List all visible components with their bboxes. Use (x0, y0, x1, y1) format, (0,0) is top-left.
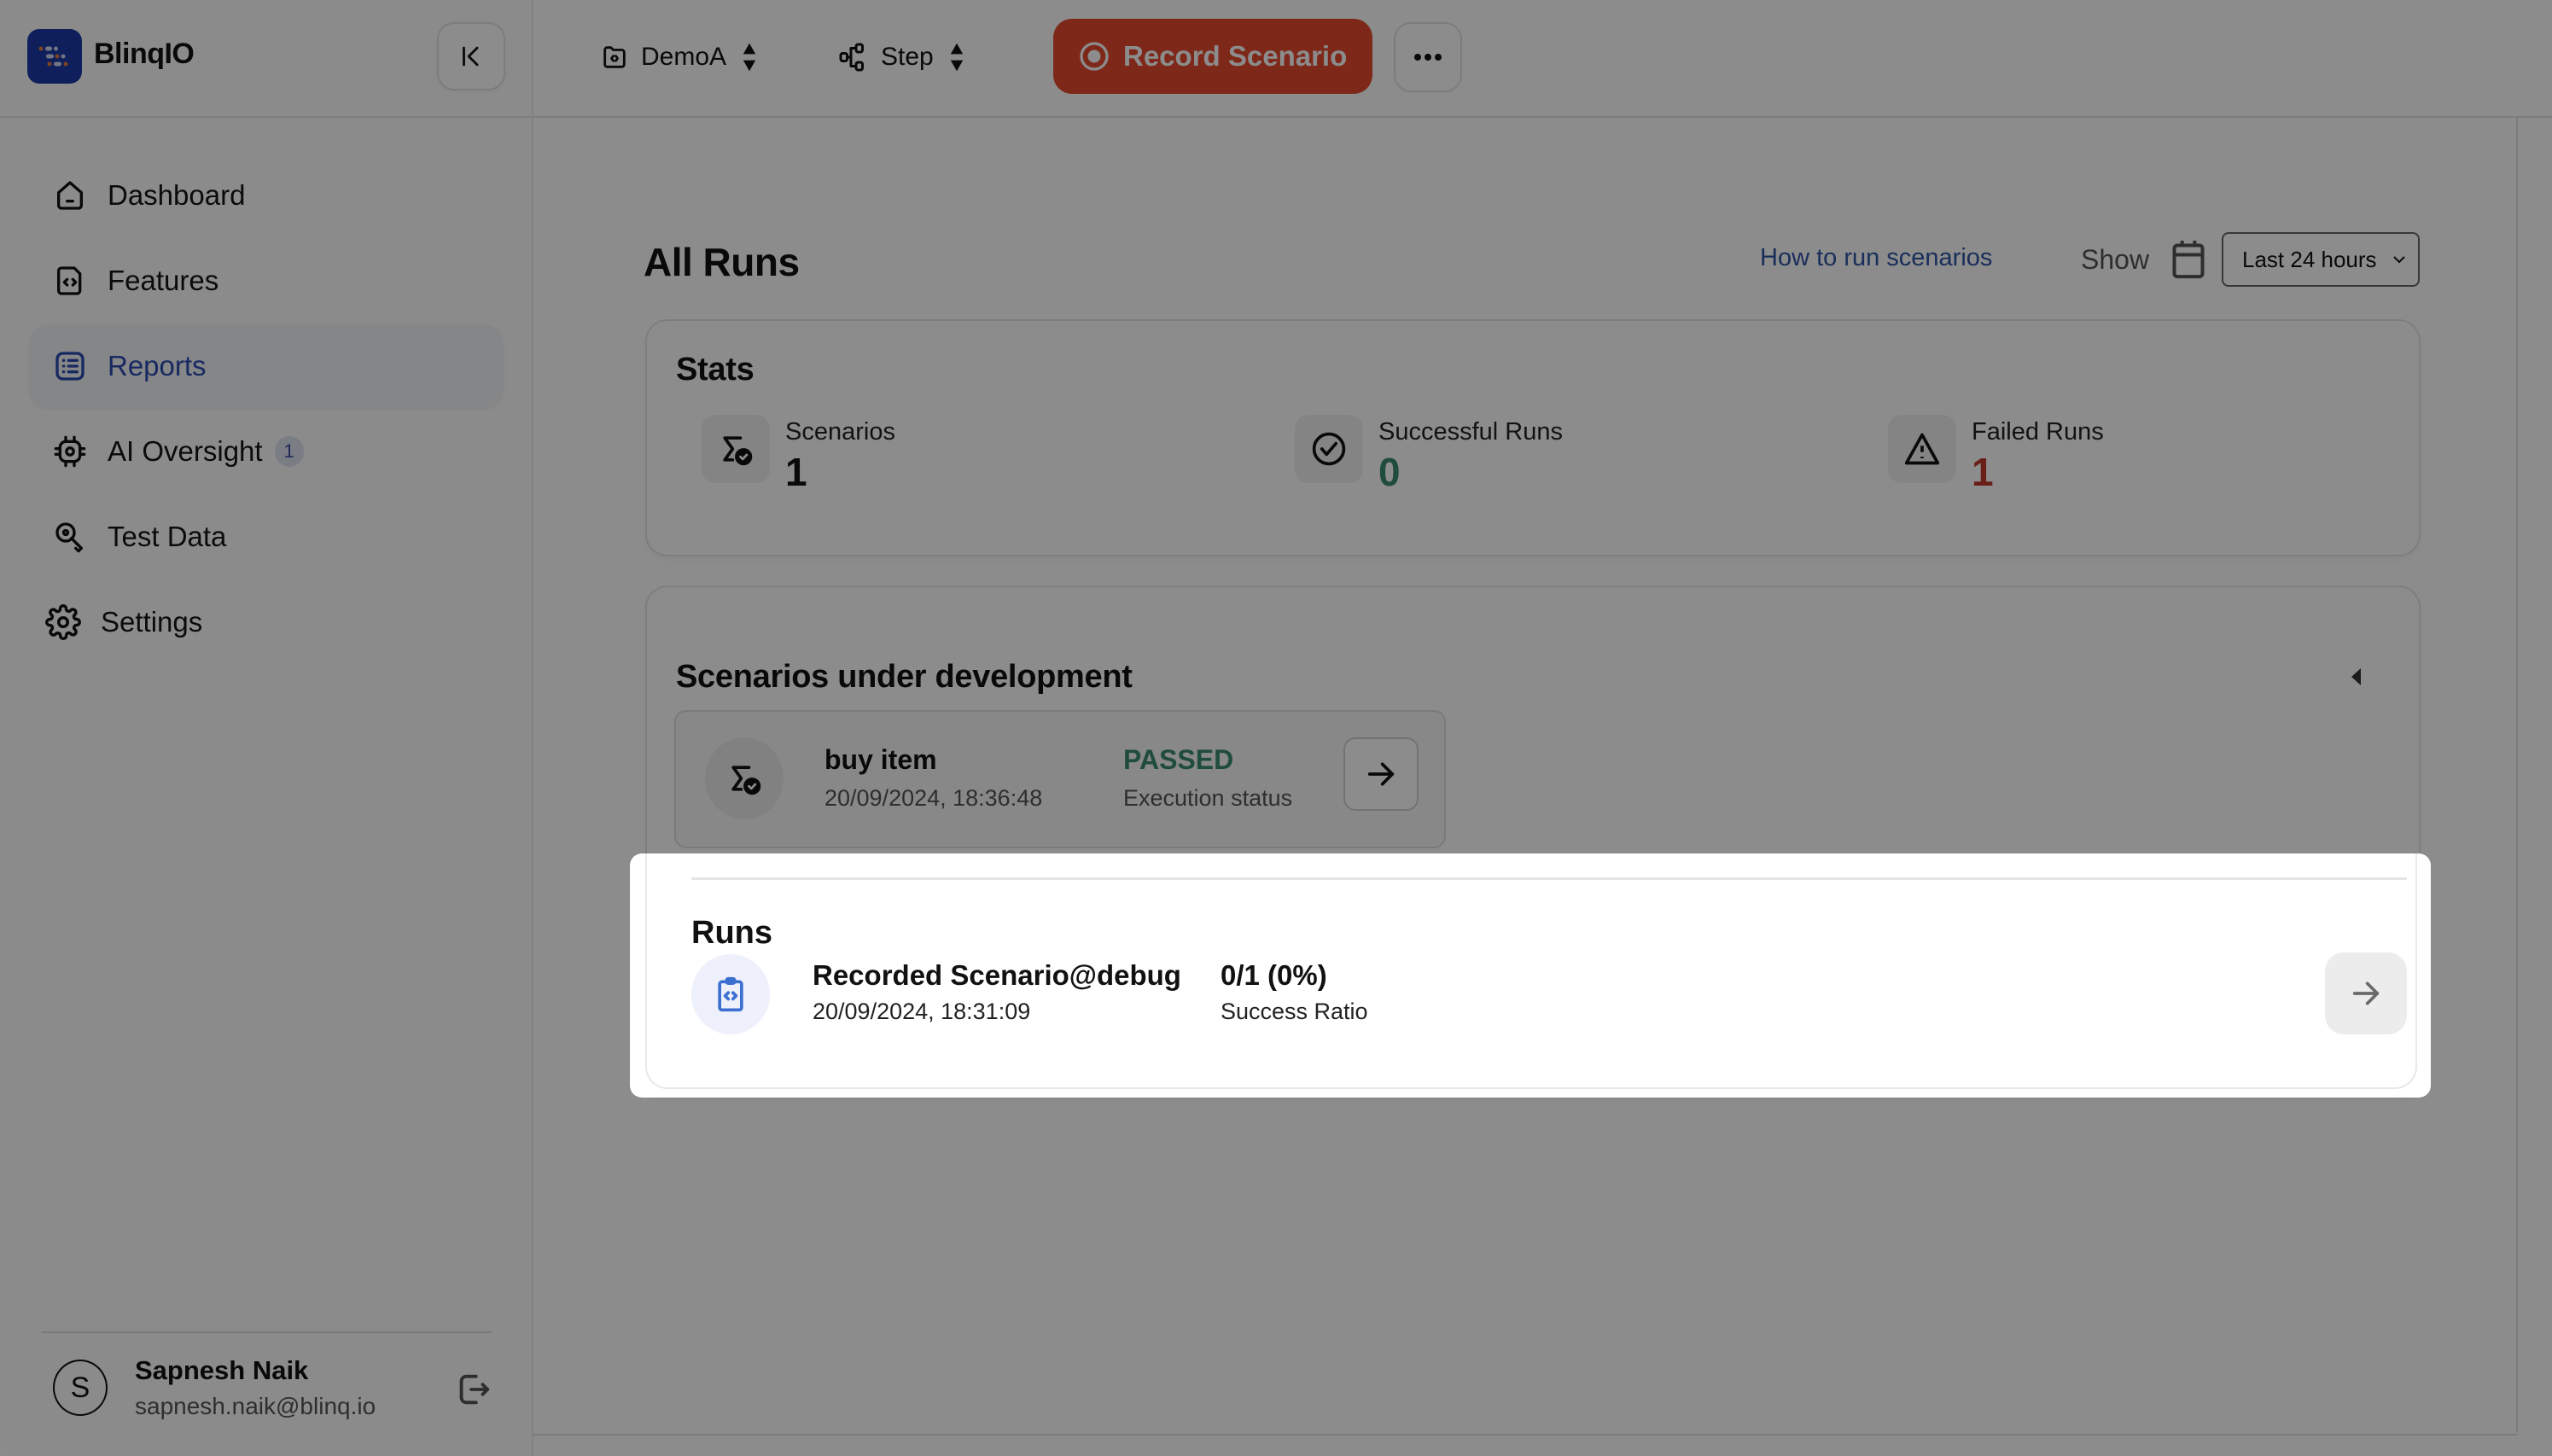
runs-section-highlight: Runs Recorded Scenario@debug 20/09/2024,… (630, 853, 2431, 1098)
file-code-icon (51, 262, 89, 300)
scenario-list-item[interactable]: buy item 20/09/2024, 18:36:48 PASSED Exe… (674, 710, 1446, 848)
chevron-down-icon (2393, 256, 2405, 264)
logout-button[interactable] (452, 1369, 493, 1410)
clipboard-code-icon (691, 954, 770, 1034)
logout-icon (459, 1374, 490, 1405)
sidebar: BlinqIO Dashboard Features Reports AI Ov… (0, 0, 533, 1456)
time-range-value: Last 24 hours (2242, 246, 2377, 272)
topbar: DemoA Step Record Scenario (533, 0, 2552, 118)
stats-title: Stats (676, 352, 755, 387)
sidebar-nav: Dashboard Features Reports AI Oversight (29, 154, 504, 666)
scenarios-under-development-title: Scenarios under development (676, 659, 1133, 695)
sidebar-item-label: Settings (101, 606, 203, 638)
runs-title: Runs (691, 915, 772, 951)
show-label: Show (2081, 244, 2150, 275)
stat-value: 1 (1972, 450, 1994, 494)
check-circle-icon (1295, 415, 1363, 483)
scenario-timestamp: 20/09/2024, 18:36:48 (824, 785, 1043, 811)
run-name[interactable]: Recorded Scenario@debug (813, 959, 1181, 992)
content-right-border (2516, 118, 2518, 1432)
sidebar-item-test-data[interactable]: Test Data (29, 495, 504, 579)
more-options-button[interactable] (1394, 22, 1462, 92)
content-bottom-border (533, 1434, 2518, 1436)
folder-code-icon (603, 46, 626, 68)
arrow-right-icon (1367, 762, 1395, 786)
user-email: sapnesh.naik@blinq.io (135, 1393, 376, 1419)
sidebar-header: BlinqIO (0, 0, 532, 118)
status-label: Execution status (1123, 785, 1293, 811)
mode-selector[interactable]: Step (838, 36, 964, 79)
workflow-icon (839, 43, 864, 72)
sigma-check-icon (702, 415, 770, 483)
app-root: BlinqIO Dashboard Features Reports AI Ov… (0, 0, 2552, 1456)
blinqio-logo-icon (27, 29, 82, 84)
stat-value: 0 (1378, 450, 1401, 494)
sidebar-item-label: AI Oversight (108, 435, 263, 467)
record-scenario-button[interactable]: Record Scenario (1053, 19, 1372, 94)
sidebar-item-label: Reports (108, 350, 207, 381)
run-success-ratio-label: Success Ratio (1221, 999, 1368, 1024)
sort-updown-icon (743, 43, 756, 72)
sort-updown-icon (950, 43, 963, 72)
user-name: Sapnesh Naik (135, 1355, 309, 1385)
sidebar-item-label: Test Data (108, 521, 227, 552)
calendar-icon (2172, 241, 2205, 279)
sidebar-divider (41, 1331, 492, 1333)
collapse-sidebar-button[interactable] (437, 22, 505, 90)
page-title: All Runs (644, 240, 800, 284)
sidebar-item-dashboard[interactable]: Dashboard (29, 154, 504, 237)
stat-label: Failed Runs (1972, 418, 2104, 446)
sidebar-item-features[interactable]: Features (29, 239, 504, 323)
notification-badge: 1 (274, 436, 304, 467)
runs-card: Runs Recorded Scenario@debug 20/09/2024,… (645, 853, 2417, 1089)
stat-value: 1 (785, 450, 807, 494)
sidebar-item-reports[interactable]: Reports (29, 324, 504, 408)
avatar[interactable]: S (53, 1360, 108, 1416)
key-icon (51, 518, 89, 556)
warning-icon (1888, 415, 1956, 483)
sidebar-item-settings[interactable]: Settings (29, 580, 504, 664)
app-name: BlinqIO (94, 38, 195, 70)
project-selector[interactable]: DemoA (600, 36, 757, 79)
collapse-section-icon[interactable] (2351, 667, 2363, 686)
stat-label: Successful Runs (1378, 418, 1563, 446)
project-name: DemoA (641, 43, 727, 71)
sidebar-item-label: Dashboard (108, 179, 246, 211)
arrow-right-icon (2352, 981, 2380, 1005)
stat-label: Scenarios (785, 418, 895, 446)
runs-divider (691, 877, 2407, 880)
run-success-ratio: 0/1 (0%) (1221, 959, 1327, 991)
gear-icon (44, 603, 82, 641)
cpu-icon (51, 433, 89, 470)
record-icon (1080, 42, 1109, 71)
home-icon (51, 177, 89, 214)
more-horizontal-icon (1414, 54, 1442, 61)
how-to-run-link[interactable]: How to run scenarios (1760, 244, 1992, 272)
sidebar-item-ai-oversight[interactable]: AI Oversight 1 (29, 410, 504, 493)
sigma-check-icon (705, 737, 784, 819)
list-icon (51, 347, 89, 385)
run-timestamp: 20/09/2024, 18:31:09 (813, 999, 1031, 1024)
open-scenario-button[interactable] (1343, 737, 1419, 811)
scenario-name: buy item (824, 744, 937, 775)
time-range-select[interactable]: Last 24 hours (2222, 232, 2420, 287)
sidebar-item-label: Features (108, 265, 219, 296)
mode-name: Step (881, 43, 934, 71)
open-run-button[interactable] (2325, 952, 2407, 1034)
collapse-left-icon (463, 46, 479, 67)
record-scenario-label: Record Scenario (1123, 40, 1348, 72)
status-badge: PASSED (1123, 744, 1234, 775)
